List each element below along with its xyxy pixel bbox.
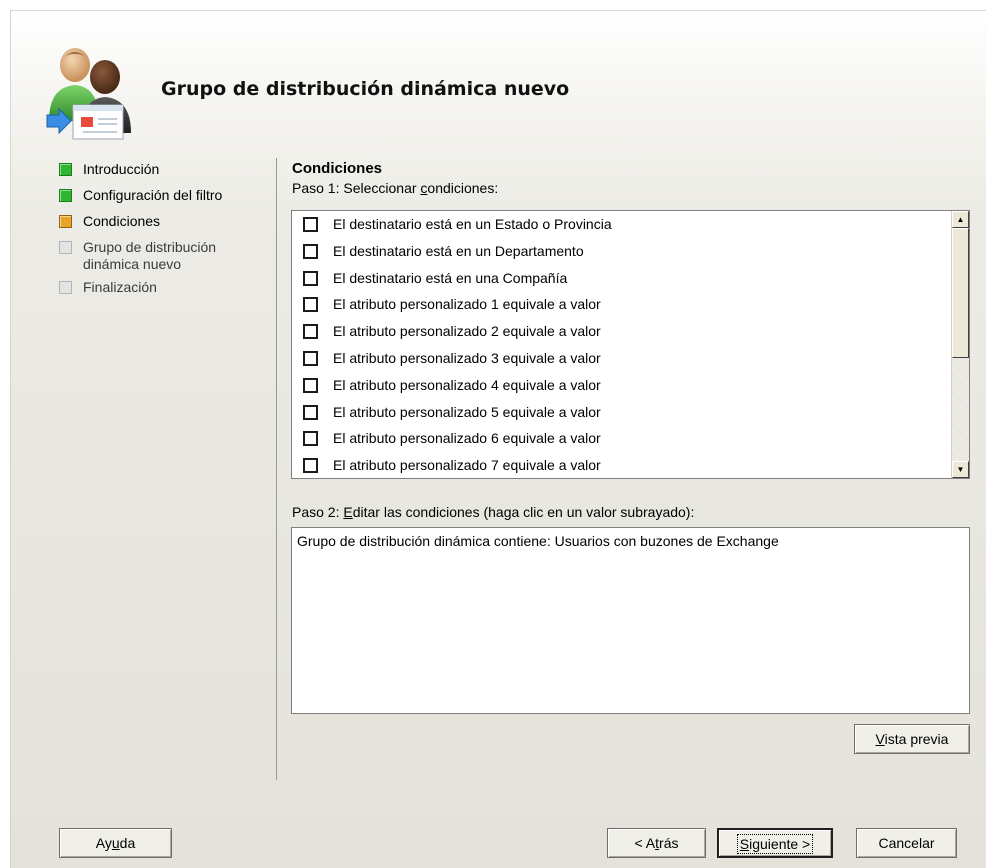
condition-row[interactable]: El destinatario está en una Compañía bbox=[292, 265, 951, 292]
condition-row[interactable]: El atributo personalizado 1 equivale a v… bbox=[292, 291, 951, 318]
cancel-button[interactable]: Cancelar bbox=[856, 828, 957, 858]
condition-label: El atributo personalizado 2 equivale a v… bbox=[333, 323, 601, 340]
condition-label: El atributo personalizado 5 equivale a v… bbox=[333, 403, 601, 420]
condition-checkbox[interactable] bbox=[303, 431, 318, 447]
scroll-thumb[interactable] bbox=[952, 228, 969, 358]
condition-row[interactable]: El atributo personalizado 5 equivale a v… bbox=[292, 399, 951, 426]
nav-step-configuracion-filtro: Configuración del filtro bbox=[55, 187, 255, 213]
users-mail-icon bbox=[46, 48, 131, 140]
step-pending-icon bbox=[59, 281, 72, 294]
nav-step-finalizacion: Finalización bbox=[55, 279, 255, 305]
condition-label: El destinatario está en un Departamento bbox=[333, 242, 584, 259]
condition-checkbox[interactable] bbox=[303, 350, 318, 366]
condition-label: El atributo personalizado 6 equivale a v… bbox=[333, 430, 601, 447]
condition-row[interactable]: El destinatario está en un Departamento bbox=[292, 238, 951, 265]
condition-row[interactable]: El atributo personalizado 7 equivale a v… bbox=[292, 452, 951, 478]
step-complete-icon bbox=[59, 189, 72, 202]
condition-checkbox[interactable] bbox=[303, 324, 318, 340]
next-button[interactable]: Siguiente > bbox=[717, 828, 833, 858]
nav-step-grupo-nuevo: Grupo de distribución dinámica nuevo bbox=[55, 239, 255, 279]
condition-checkbox[interactable] bbox=[303, 297, 318, 313]
step-complete-icon bbox=[59, 163, 72, 176]
scroll-up-icon[interactable]: ▲ bbox=[952, 211, 969, 228]
condition-row[interactable]: El atributo personalizado 3 equivale a v… bbox=[292, 345, 951, 372]
nav-step-introduccion: Introducción bbox=[55, 161, 255, 187]
nav-step-label: Finalización bbox=[83, 279, 157, 295]
condition-label: El atributo personalizado 4 equivale a v… bbox=[333, 376, 601, 393]
condition-checkbox[interactable] bbox=[303, 404, 318, 420]
condition-row[interactable]: El atributo personalizado 2 equivale a v… bbox=[292, 318, 951, 345]
wizard-step-nav: Introducción Configuración del filtro Co… bbox=[55, 161, 255, 305]
condition-checkbox[interactable] bbox=[303, 217, 318, 232]
scroll-down-icon[interactable]: ▼ bbox=[952, 461, 969, 478]
condition-checkbox[interactable] bbox=[303, 270, 318, 286]
conditions-rows: El destinatario está en un Estado o Prov… bbox=[292, 211, 951, 478]
step-pending-icon bbox=[59, 241, 72, 254]
section-title: Condiciones bbox=[292, 160, 383, 177]
condition-label: El atributo personalizado 7 equivale a v… bbox=[333, 457, 601, 474]
help-button[interactable]: Ayuda bbox=[59, 828, 172, 858]
condition-label: El atributo personalizado 1 equivale a v… bbox=[333, 296, 601, 313]
condition-label: El atributo personalizado 3 equivale a v… bbox=[333, 349, 601, 366]
step2-label: Paso 2: Editar las condiciones (haga cli… bbox=[292, 504, 695, 520]
condition-label: El destinatario está en una Compañía bbox=[333, 269, 568, 286]
condition-row[interactable]: El destinatario está en un Estado o Prov… bbox=[292, 211, 951, 238]
nav-step-label: Condiciones bbox=[83, 213, 161, 229]
nav-divider bbox=[276, 158, 277, 780]
nav-step-label: Introducción bbox=[83, 161, 160, 177]
wizard-window: Grupo de distribución dinámica nuevo Int… bbox=[10, 10, 986, 868]
preview-button[interactable]: Vista previa bbox=[854, 724, 970, 754]
nav-step-label: Configuración del filtro bbox=[83, 187, 223, 203]
conditions-checklist[interactable]: El destinatario está en un Estado o Prov… bbox=[291, 210, 970, 479]
focus-rect: Siguiente > bbox=[736, 834, 814, 854]
condition-checkbox[interactable] bbox=[303, 243, 318, 259]
condition-checkbox[interactable] bbox=[303, 458, 318, 474]
condition-row[interactable]: El atributo personalizado 6 equivale a v… bbox=[292, 425, 951, 452]
condition-row[interactable]: El atributo personalizado 4 equivale a v… bbox=[292, 372, 951, 399]
wizard-title: Grupo de distribución dinámica nuevo bbox=[161, 78, 570, 100]
condition-editor[interactable]: Grupo de distribución dinámica contiene:… bbox=[291, 527, 970, 714]
step-current-icon bbox=[59, 215, 72, 228]
nav-step-condiciones: Condiciones bbox=[55, 213, 255, 239]
nav-step-label: Grupo de distribución dinámica nuevo bbox=[83, 239, 217, 272]
condition-checkbox[interactable] bbox=[303, 377, 318, 393]
conditions-scrollbar[interactable]: ▲ ▼ bbox=[951, 211, 969, 478]
step1-label: Paso 1: Seleccionar condiciones: bbox=[292, 180, 499, 196]
condition-label: El destinatario está en un Estado o Prov… bbox=[333, 216, 612, 232]
back-button[interactable]: < Atrás bbox=[607, 828, 706, 858]
